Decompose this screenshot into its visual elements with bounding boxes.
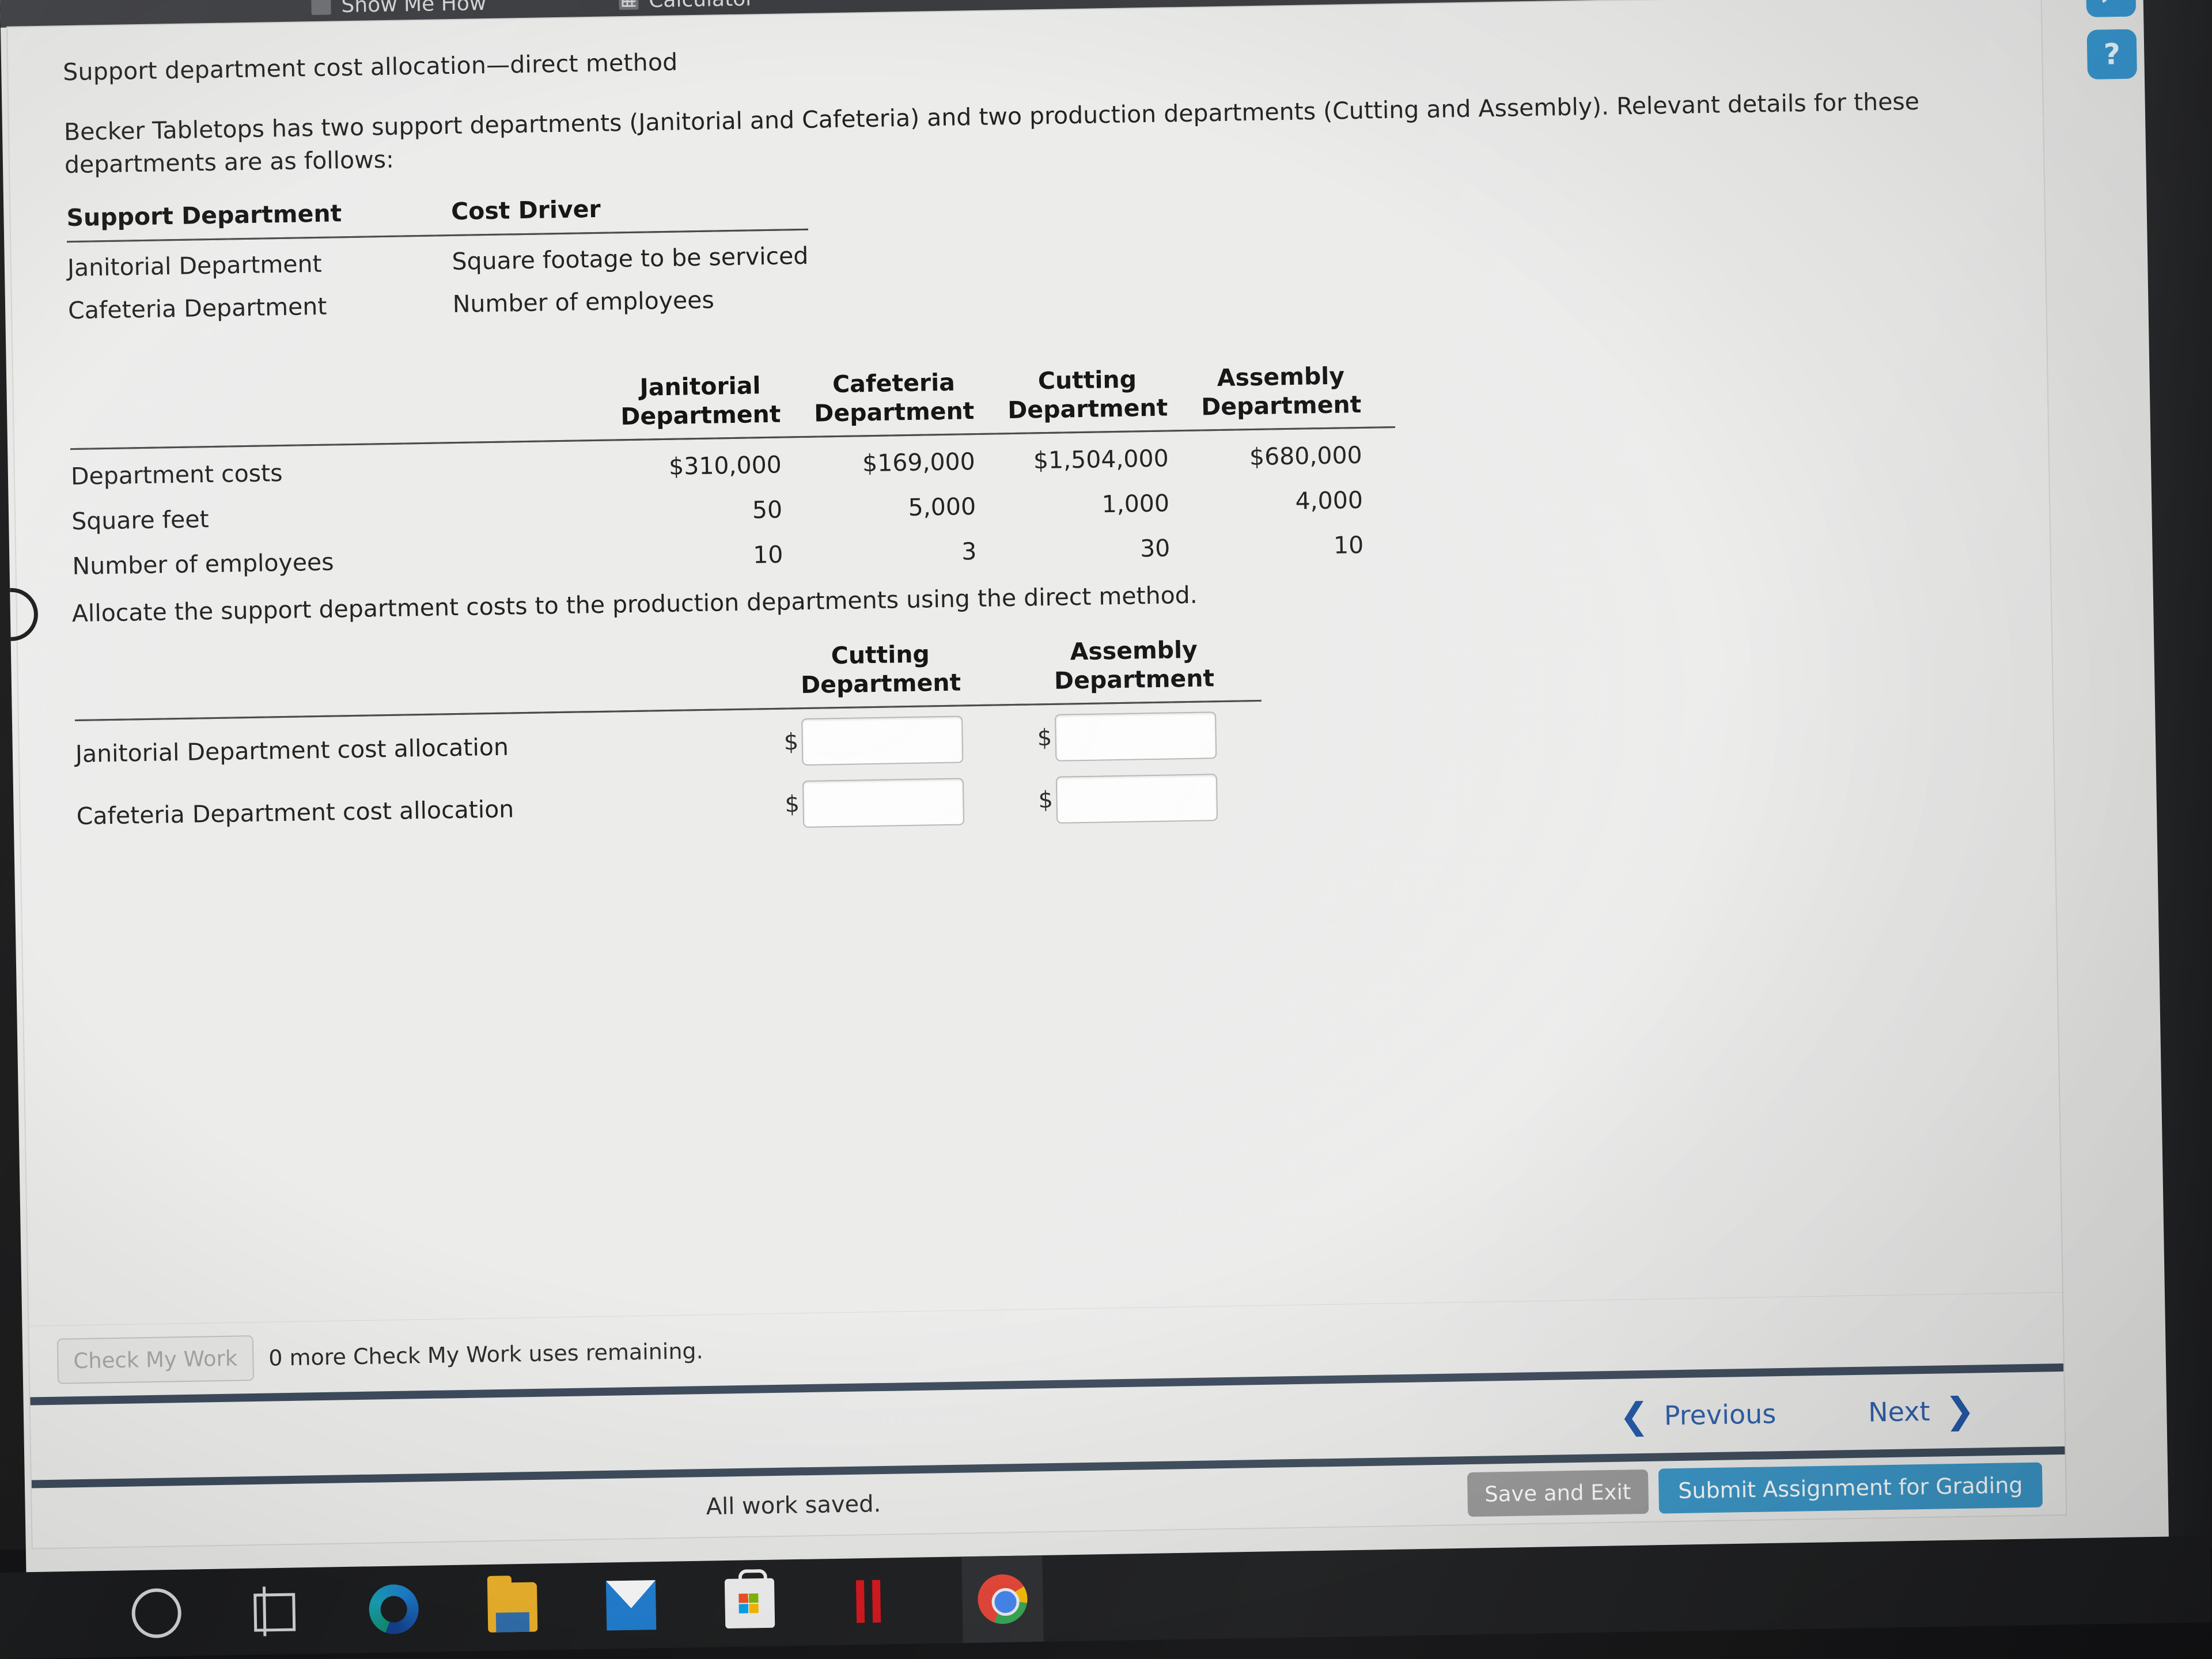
- row-label-employees: Number of employees: [72, 548, 334, 581]
- next-button[interactable]: Next ❯: [1868, 1389, 1975, 1432]
- dollar-sign: $: [785, 791, 800, 818]
- cell-janitorial-driver: Square footage to be serviced: [452, 241, 809, 276]
- show-me-how-button[interactable]: Show Me How: [311, 0, 487, 22]
- col-answer-assembly-department: Assembly Department: [1054, 635, 1215, 695]
- file-explorer-icon[interactable]: [487, 1582, 538, 1633]
- chevron-left-icon: ❮: [1619, 1395, 1650, 1437]
- cell-sqft-assembly: 4,000: [1295, 486, 1363, 516]
- department-data-table: Janitorial Department Cafeteria Departme…: [69, 361, 1397, 585]
- col-assembly-department: Assembly Department: [1200, 362, 1362, 421]
- input-cafeteria-cutting[interactable]: [802, 778, 965, 828]
- cell-sqft-cafeteria: 5,000: [908, 493, 976, 522]
- row-label-cafeteria-allocation: Cafeteria Department cost allocation: [76, 795, 514, 831]
- chrome-taskbar-button[interactable]: [961, 1555, 1044, 1643]
- col-blank: [69, 373, 621, 449]
- cell-costs-janitorial: $310,000: [668, 450, 782, 481]
- microsoft-store-icon[interactable]: [724, 1578, 775, 1629]
- chat-bubble-icon[interactable]: [2085, 0, 2137, 17]
- question-content: Support department cost allocation—direc…: [7, 0, 2063, 1369]
- col-cutting-department: Cutting Department: [1007, 365, 1168, 425]
- mail-icon[interactable]: [605, 1580, 657, 1631]
- col-support-department: Support Department: [66, 199, 342, 232]
- dollar-sign: $: [1038, 787, 1054, 814]
- cell-emp-cafeteria: 3: [961, 537, 977, 566]
- cell-cafeteria-dept: Cafeteria Department: [67, 292, 327, 325]
- task-view-icon[interactable]: [250, 1586, 300, 1636]
- cell-sqft-cutting: 1,000: [1101, 489, 1170, 518]
- input-cafeteria-assembly[interactable]: [1056, 774, 1218, 824]
- dollar-sign: $: [1037, 725, 1052, 752]
- screen-content: Show Me How Calculator Support departmen…: [0, 0, 2169, 1599]
- cell-costs-cafeteria: $169,000: [862, 448, 976, 478]
- cell-cafeteria-assembly: $: [1009, 764, 1264, 830]
- question-intro: Becker Tabletops has two support departm…: [63, 87, 1920, 179]
- col-cafeteria-department: Cafeteria Department: [813, 368, 975, 427]
- cell-emp-assembly: 10: [1333, 531, 1364, 559]
- cell-janitorial-dept: Janitorial Department: [67, 249, 322, 282]
- col-answer-cutting-department: Cutting Department: [800, 640, 961, 699]
- question-mark-icon[interactable]: ?: [2086, 29, 2138, 79]
- next-label: Next: [1868, 1395, 1930, 1428]
- cost-driver-table: Support Department Cost Driver Janitoria…: [66, 191, 809, 328]
- submit-assignment-button[interactable]: Submit Assignment for Grading: [1658, 1462, 2043, 1514]
- chevron-right-icon: ❯: [1944, 1389, 1975, 1432]
- footer-actions: Save and Exit Submit Assignment for Grad…: [1467, 1462, 2043, 1517]
- dollar-sign: $: [783, 729, 799, 756]
- cell-cafeteria-cutting: $: [756, 768, 1010, 834]
- cell-janitorial-cutting: $: [755, 705, 1009, 772]
- cell-janitorial-assembly: $: [1008, 701, 1263, 768]
- save-and-exit-button[interactable]: Save and Exit: [1467, 1469, 1649, 1517]
- calculator-icon: [618, 0, 639, 10]
- cell-emp-cutting: 30: [1139, 534, 1171, 563]
- col-blank: [74, 643, 755, 721]
- show-me-how-label: Show Me How: [341, 0, 487, 18]
- cell-cafeteria-driver: Number of employees: [452, 286, 715, 319]
- check-my-work-uses-text: 0 more Check My Work uses remaining.: [268, 1338, 703, 1371]
- answer-entry-table: Cutting Department Assembly Department J…: [74, 634, 1263, 846]
- chrome-icon: [977, 1574, 1028, 1624]
- cell-emp-janitorial: 10: [752, 540, 783, 569]
- monitor-photo: Show Me How Calculator Support departmen…: [0, 0, 2212, 1659]
- input-janitorial-cutting[interactable]: [801, 715, 964, 766]
- saved-status: All work saved.: [706, 1491, 881, 1521]
- cortana-icon[interactable]: [131, 1588, 182, 1639]
- col-janitorial-department: Janitorial Department: [620, 372, 781, 431]
- input-janitorial-assembly[interactable]: [1055, 711, 1217, 762]
- edge-browser-icon[interactable]: [368, 1584, 419, 1635]
- previous-button[interactable]: ❮ Previous: [1619, 1395, 1777, 1437]
- cell-costs-assembly: $680,000: [1249, 441, 1363, 471]
- calculator-label: Calculator: [649, 0, 754, 12]
- netflix-icon[interactable]: [843, 1576, 893, 1626]
- help-rail: ?: [2078, 0, 2146, 147]
- cell-sqft-janitorial: 50: [752, 495, 783, 524]
- previous-label: Previous: [1664, 1398, 1777, 1431]
- cell-costs-cutting: $1,504,000: [1033, 444, 1169, 475]
- calculator-button[interactable]: Calculator: [618, 0, 755, 17]
- question-title: Support department cost allocation—direc…: [62, 48, 678, 86]
- question-mark-glyph: ?: [2103, 37, 2121, 71]
- row-label-janitorial-allocation: Janitorial Department cost allocation: [75, 733, 509, 768]
- lightbulb-icon: [311, 0, 331, 15]
- check-my-work-button[interactable]: Check My Work: [56, 1335, 254, 1384]
- question-card: Support department cost allocation—direc…: [7, 0, 2066, 1548]
